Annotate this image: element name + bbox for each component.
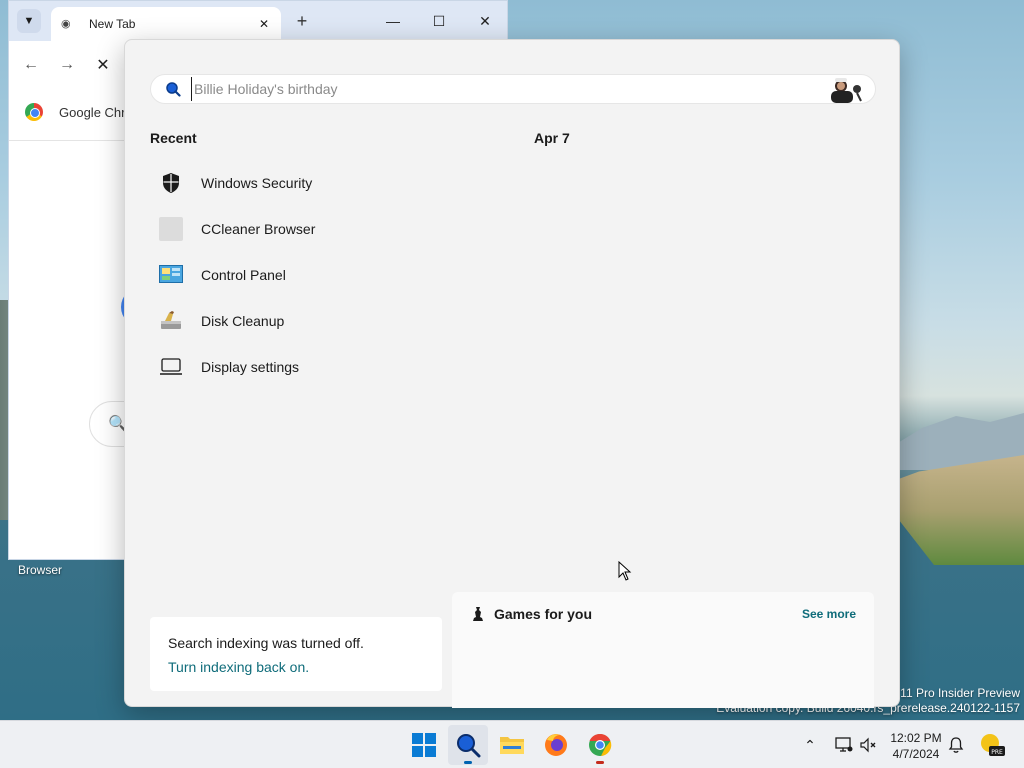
search-flyout: Recent Apr 7 Windows Security CCleaner B… [124, 39, 900, 708]
chevron-down-icon: ▼ [23, 15, 35, 27]
forward-button[interactable]: → [55, 53, 79, 77]
display-icon [159, 355, 183, 379]
close-tab-button[interactable]: ✕ [255, 15, 273, 33]
indexing-notice: Search indexing was turned off. Turn ind… [150, 617, 442, 691]
insider-pre-icon: PRE [981, 734, 1005, 756]
search-box[interactable] [150, 74, 876, 104]
bookmark-google-chrome[interactable]: Google Chr [25, 103, 125, 121]
bookmark-label: Google Chr [59, 104, 126, 120]
see-more-link[interactable]: See more [802, 607, 856, 621]
close-window-button[interactable]: ✕ [463, 7, 507, 35]
insider-pre-badge-button[interactable]: PRE [978, 731, 1006, 759]
search-highlight-image[interactable] [823, 75, 867, 103]
file-explorer-button[interactable] [492, 725, 532, 765]
new-tab-button[interactable]: + [291, 11, 313, 33]
bell-icon [948, 737, 964, 753]
start-button[interactable] [404, 725, 444, 765]
active-indicator [464, 761, 472, 764]
svg-text:PRE: PRE [991, 749, 1003, 756]
control-panel-icon [159, 263, 183, 287]
recent-item-windows-security[interactable]: Windows Security [151, 160, 451, 206]
games-header: Games for you See more [470, 606, 856, 622]
disk-cleanup-icon [159, 309, 183, 333]
recent-list: Windows Security CCleaner Browser Contro… [151, 160, 451, 390]
games-for-you-card: Games for you See more [452, 592, 874, 708]
search-icon [165, 81, 181, 97]
maximize-button[interactable]: ☐ [417, 7, 461, 35]
taskbar: ⌃ 12:02 PM 4/7/2024 PRE [0, 720, 1024, 768]
volume-tray-button[interactable] [856, 733, 880, 757]
chrome-favicon-icon: ◉ [61, 18, 71, 30]
search-icon [457, 734, 481, 758]
recent-item-control-panel[interactable]: Control Panel [151, 252, 451, 298]
recent-item-display-settings[interactable]: Display settings [151, 344, 451, 390]
desktop-icon-label[interactable]: Browser [8, 563, 72, 577]
clock-date: 4/7/2024 [892, 747, 940, 761]
recent-item-label: Disk Cleanup [201, 313, 285, 329]
recent-section-title: Recent [150, 130, 197, 146]
chess-icon [470, 606, 486, 622]
notifications-button[interactable] [944, 733, 968, 757]
clock[interactable]: 12:02 PM 4/7/2024 [886, 730, 946, 762]
firefox-icon [545, 734, 567, 756]
chrome-button[interactable] [580, 725, 620, 765]
volume-muted-icon [860, 737, 876, 753]
recent-item-ccleaner-browser[interactable]: CCleaner Browser [151, 206, 451, 252]
turn-indexing-on-link[interactable]: Turn indexing back on. [168, 659, 424, 675]
mouse-cursor-icon [618, 561, 632, 581]
show-hidden-icons-button[interactable]: ⌃ [798, 733, 822, 757]
firefox-button[interactable] [536, 725, 576, 765]
chrome-tabstrip: ▼ ◉ New Tab ✕ + — ☐ ✕ [9, 1, 507, 41]
start-icon [412, 733, 436, 757]
taskbar-search-button[interactable] [448, 725, 488, 765]
tab-title: New Tab [89, 17, 136, 31]
google-chrome-icon [25, 103, 43, 121]
chrome-icon [589, 733, 612, 756]
ccleaner-icon [159, 217, 183, 241]
chevron-up-icon: ⌃ [804, 736, 816, 753]
recent-item-label: Control Panel [201, 267, 286, 283]
indexing-message: Search indexing was turned off. [168, 635, 364, 651]
running-indicator [596, 761, 604, 764]
games-title: Games for you [494, 606, 593, 622]
clock-time: 12:02 PM [890, 731, 942, 745]
network-icon [835, 737, 853, 752]
shield-icon [159, 171, 183, 195]
recent-item-label: Windows Security [201, 175, 313, 191]
recent-item-label: CCleaner Browser [201, 221, 316, 237]
minimize-button[interactable]: — [371, 7, 415, 35]
chrome-tab[interactable]: ◉ New Tab ✕ [51, 7, 281, 41]
recent-item-disk-cleanup[interactable]: Disk Cleanup [151, 298, 451, 344]
back-button[interactable]: ← [19, 53, 43, 77]
stop-loading-button[interactable]: ✕ [91, 53, 115, 77]
recent-item-label: Display settings [201, 359, 300, 375]
file-explorer-icon [500, 737, 524, 754]
network-tray-button[interactable] [832, 733, 856, 757]
date-section-title: Apr 7 [534, 130, 570, 146]
tab-search-button[interactable]: ▼ [17, 9, 41, 33]
search-input[interactable] [191, 77, 823, 101]
